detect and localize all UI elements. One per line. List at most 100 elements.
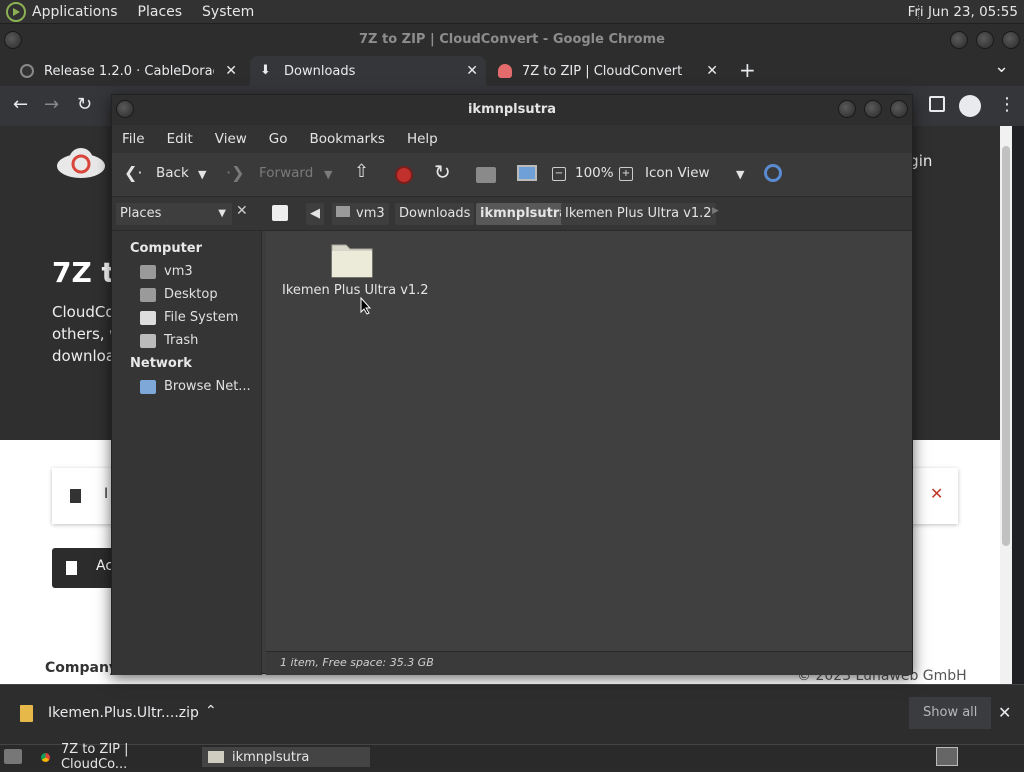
- maximize-button[interactable]: [976, 31, 994, 49]
- forward-button[interactable]: Forward: [259, 165, 313, 181]
- zoom-level: 100%: [575, 165, 614, 181]
- back-arrow-icon[interactable]: ←: [13, 94, 28, 115]
- chrome-titlebar: 7Z to ZIP | CloudConvert - Google Chrome: [0, 24, 1024, 56]
- sidebar-item-trash[interactable]: Trash: [140, 333, 198, 348]
- computer-icon[interactable]: [517, 165, 537, 181]
- menu-view[interactable]: View: [215, 131, 247, 147]
- fm-location-bar: Places ▼ ✕ ◀ vm3 Downloads ikmnplsutra I…: [112, 197, 912, 231]
- crumb-ikmnplsutra[interactable]: ikmnplsutra: [476, 203, 573, 225]
- reload-icon[interactable]: ↻: [434, 160, 451, 184]
- tab-cloudconvert[interactable]: 7Z to ZIP | CloudConvert ✕: [490, 56, 726, 86]
- window-menu-button[interactable]: [4, 31, 22, 49]
- up-arrow-icon[interactable]: ⇧: [354, 161, 369, 182]
- back-button[interactable]: Back: [156, 165, 189, 181]
- close-tab-icon[interactable]: ✕: [466, 63, 478, 79]
- mouse-cursor-icon: [360, 297, 372, 315]
- file-item[interactable]: Ikemen Plus Ultra v1.2: [282, 239, 429, 309]
- crumb-ikemen-plus-ultra[interactable]: Ikemen Plus Ultra v1.2: [561, 203, 716, 225]
- back-icon[interactable]: ❮·: [124, 163, 143, 182]
- menu-file[interactable]: File: [122, 131, 145, 147]
- chrome-icon: [38, 749, 53, 765]
- fm-window-menu-button[interactable]: [116, 100, 134, 118]
- scrollbar-thumb[interactable]: [1002, 146, 1010, 546]
- clock[interactable]: Fri Jun 23, 05:55: [908, 4, 1018, 20]
- profile-avatar-icon[interactable]: [959, 95, 981, 117]
- sidebar-item-label: Desktop: [164, 287, 218, 302]
- tab-label: 7Z to ZIP | CloudConvert: [522, 63, 683, 79]
- desktop-icon: [140, 287, 156, 302]
- menu-edit[interactable]: Edit: [167, 131, 193, 147]
- trash-icon: [140, 333, 156, 348]
- sidebar-item-label: Trash: [164, 333, 199, 348]
- task-chrome[interactable]: 7Z to ZIP | CloudCo...: [32, 742, 198, 772]
- tab-search-button[interactable]: ⌄: [994, 56, 1009, 77]
- view-mode-select[interactable]: Icon View: [645, 165, 710, 181]
- close-download-bar-icon[interactable]: ✕: [998, 703, 1011, 722]
- github-icon: [20, 64, 34, 78]
- close-sidebar-icon[interactable]: ✕: [236, 203, 248, 219]
- fm-minimize-button[interactable]: [838, 100, 856, 118]
- menu-places[interactable]: Places: [138, 4, 183, 20]
- reload-icon[interactable]: ↻: [77, 94, 92, 115]
- download-chevron-up-icon[interactable]: ⌃: [205, 703, 217, 719]
- fm-close-button[interactable]: [890, 100, 908, 118]
- crumb-downloads[interactable]: Downloads: [395, 203, 475, 225]
- sidebar-item-desktop[interactable]: Desktop: [140, 287, 218, 302]
- menu-system[interactable]: System: [202, 4, 254, 20]
- close-tab-icon[interactable]: ✕: [225, 63, 237, 79]
- tab-strip: Release 1.2.0 · CableDorado2/I ✕ ⬇ Downl…: [0, 56, 1024, 86]
- workspace-switcher[interactable]: [936, 747, 958, 766]
- menu-applications[interactable]: Applications: [32, 4, 118, 20]
- tab-github-release[interactable]: Release 1.2.0 · CableDorado2/I ✕: [20, 56, 245, 86]
- tab-label: Downloads: [284, 63, 356, 79]
- download-icon: ⬇: [260, 63, 271, 78]
- fm-maximize-button[interactable]: [864, 100, 882, 118]
- crumb-right-arrow-icon[interactable]: ▶: [712, 206, 719, 216]
- crumb-vm3[interactable]: vm3: [332, 203, 389, 225]
- fm-icon-view[interactable]: Ikemen Plus Ultra v1.2: [266, 231, 912, 651]
- stop-icon[interactable]: [395, 166, 413, 184]
- distro-logo-icon[interactable]: [6, 1, 26, 22]
- forward-arrow-icon[interactable]: →: [44, 94, 59, 115]
- remove-file-icon[interactable]: ✕: [930, 484, 943, 503]
- show-desktop-icon[interactable]: [4, 749, 22, 764]
- kebab-menu-icon[interactable]: ⋮: [998, 94, 1016, 115]
- show-all-button[interactable]: Show all: [909, 697, 992, 729]
- places-select[interactable]: Places ▼: [116, 203, 232, 225]
- zoom-out-icon[interactable]: −: [552, 167, 566, 181]
- footer-company: Company: [45, 660, 119, 676]
- cloudconvert-logo-icon[interactable]: [56, 146, 106, 178]
- forward-icon[interactable]: ·❯: [226, 163, 245, 182]
- close-tab-icon[interactable]: ✕: [706, 63, 718, 79]
- sidebar-item-filesystem[interactable]: File System: [140, 310, 238, 325]
- close-button[interactable]: [1002, 31, 1020, 49]
- page-scrollbar[interactable]: [1000, 126, 1012, 684]
- fm-menubar: File Edit View Go Bookmarks Help: [112, 125, 912, 153]
- view-mode-chevron-icon[interactable]: ▼: [736, 168, 744, 181]
- tab-downloads[interactable]: ⬇ Downloads ✕: [250, 56, 486, 86]
- folder-icon: [208, 751, 224, 763]
- task-file-manager[interactable]: ikmnplsutra: [202, 747, 370, 767]
- download-item[interactable]: Ikemen.Plus.Ultr....zip: [48, 705, 199, 721]
- chrome-window-title: 7Z to ZIP | CloudConvert - Google Chrome: [359, 32, 665, 47]
- menu-go[interactable]: Go: [269, 131, 288, 147]
- fm-window-title: ikmnplsutra: [467, 102, 557, 117]
- sidebar-item-browse-network[interactable]: Browse Net...: [140, 379, 251, 394]
- crumb-home-icon: [336, 206, 350, 217]
- back-history-chevron-icon[interactable]: ▼: [198, 168, 206, 181]
- sidepanel-icon[interactable]: [929, 96, 945, 112]
- sidebar-item-vm3[interactable]: vm3: [140, 264, 193, 279]
- crumb-left-arrow-icon[interactable]: ◀: [306, 203, 324, 225]
- menu-bookmarks[interactable]: Bookmarks: [310, 131, 385, 147]
- home-folder-icon[interactable]: [476, 167, 496, 183]
- zoom-in-icon[interactable]: +: [619, 167, 633, 181]
- toggle-location-icon[interactable]: [272, 205, 288, 221]
- new-tab-button[interactable]: +: [739, 58, 756, 82]
- sidebar-item-label: Browse Net...: [164, 379, 251, 394]
- file-manager-window: ikmnplsutra File Edit View Go Bookmarks …: [111, 94, 913, 675]
- forward-history-chevron-icon[interactable]: ▼: [324, 168, 332, 181]
- sidebar-item-label: vm3: [164, 264, 193, 279]
- menu-help[interactable]: Help: [407, 131, 438, 147]
- search-icon[interactable]: [764, 164, 782, 182]
- minimize-button[interactable]: [950, 31, 968, 49]
